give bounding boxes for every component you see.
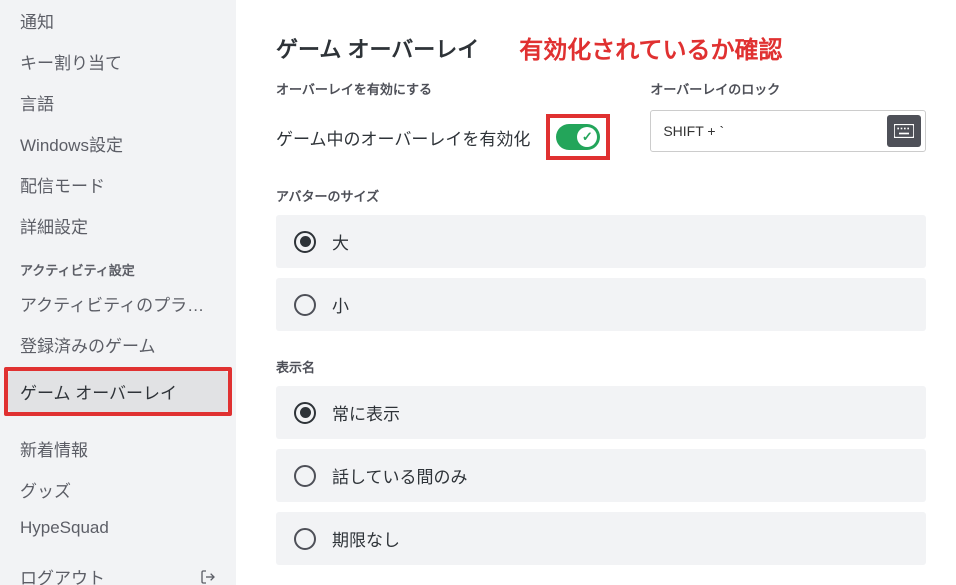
- keyboard-icon[interactable]: [887, 115, 921, 147]
- radio-icon: [294, 528, 316, 550]
- option-label: 小: [332, 292, 349, 317]
- avatar-size-large[interactable]: 大: [276, 215, 926, 268]
- overlay-lock-value: SHIFT + `: [663, 123, 887, 139]
- display-speaking[interactable]: 話している間のみ: [276, 449, 926, 502]
- option-label: 期限なし: [332, 526, 400, 551]
- radio-icon: [294, 294, 316, 316]
- avatar-size-label: アバターのサイズ: [276, 186, 926, 205]
- sidebar-item-merch[interactable]: グッズ: [8, 469, 228, 510]
- option-label: 話している間のみ: [332, 463, 468, 488]
- overlay-toggle[interactable]: ✓: [556, 124, 600, 150]
- enable-overlay-text: ゲーム中のオーバーレイを有効化: [276, 125, 530, 150]
- sidebar-item-advanced[interactable]: 詳細設定: [8, 205, 228, 246]
- check-icon: ✓: [577, 127, 597, 147]
- sidebar-item-streamer[interactable]: 配信モード: [8, 164, 228, 205]
- display-name-label: 表示名: [276, 357, 926, 376]
- sidebar-item-language[interactable]: 言語: [8, 82, 228, 123]
- sidebar-item-hypesquad[interactable]: HypeSquad: [8, 510, 228, 546]
- sidebar-item-activity-privacy[interactable]: アクティビティのプラ…: [8, 283, 228, 324]
- sidebar-header-activity: アクティビティ設定: [8, 246, 228, 283]
- logout-icon: [200, 569, 216, 585]
- sidebar-item-notifications[interactable]: 通知: [8, 0, 228, 41]
- sidebar-item-game-overlay[interactable]: ゲーム オーバーレイ: [8, 371, 228, 412]
- enable-overlay-label: オーバーレイを有効にする: [276, 79, 610, 98]
- option-label: 常に表示: [332, 400, 400, 425]
- avatar-size-small[interactable]: 小: [276, 278, 926, 331]
- radio-icon: [294, 231, 316, 253]
- sidebar-item-windows[interactable]: Windows設定: [8, 123, 228, 164]
- annotation-text: 有効化されているか確認: [519, 30, 782, 65]
- option-label: 大: [332, 229, 349, 254]
- radio-icon: [294, 465, 316, 487]
- sidebar-item-registered-games[interactable]: 登録済みのゲーム: [8, 324, 228, 365]
- sidebar-item-news[interactable]: 新着情報: [8, 428, 228, 469]
- display-always[interactable]: 常に表示: [276, 386, 926, 439]
- display-never[interactable]: 期限なし: [276, 512, 926, 565]
- radio-icon: [294, 402, 316, 424]
- sidebar: 通知 キー割り当て 言語 Windows設定 配信モード 詳細設定 アクティビテ…: [0, 0, 236, 585]
- overlay-lock-input[interactable]: SHIFT + `: [650, 110, 926, 152]
- highlight-game-overlay: ゲーム オーバーレイ: [4, 367, 232, 416]
- main-content: ゲーム オーバーレイ 有効化されているか確認 オーバーレイを有効にする ゲーム中…: [236, 0, 956, 585]
- sidebar-item-keybinds[interactable]: キー割り当て: [8, 41, 228, 82]
- logout-label: ログアウト: [20, 564, 105, 585]
- overlay-lock-label: オーバーレイのロック: [650, 79, 926, 98]
- logout-button[interactable]: ログアウト: [8, 558, 228, 585]
- page-title: ゲーム オーバーレイ: [276, 32, 479, 64]
- highlight-toggle: ✓: [546, 114, 610, 160]
